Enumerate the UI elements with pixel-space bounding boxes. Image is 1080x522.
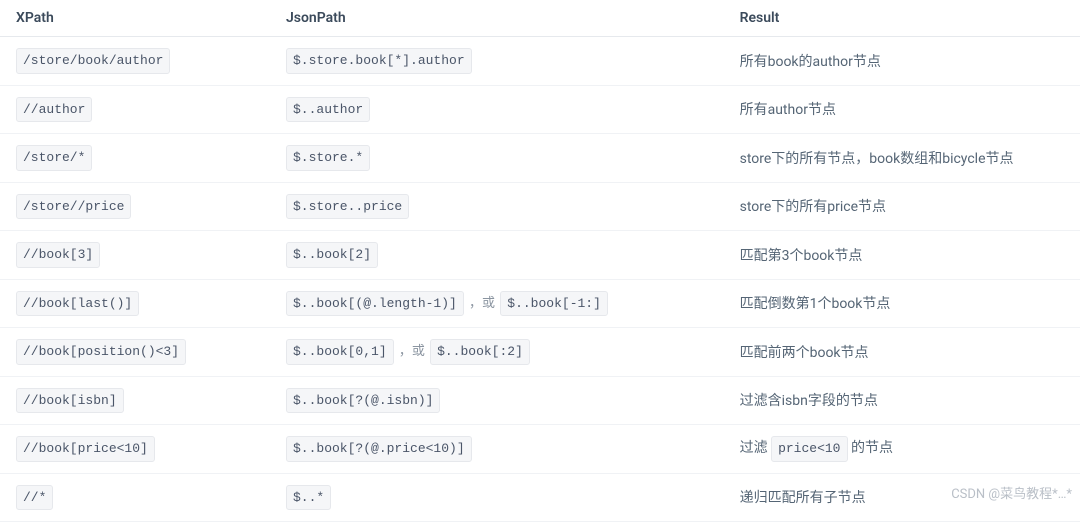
cell-xpath: //book[last()] — [0, 279, 270, 328]
table-row: //book[isbn] $..book[?(@.isbn)] 过滤含isbn字段的… — [0, 376, 1080, 425]
xpath-code: //book[price<10] — [16, 436, 155, 462]
cell-jsonpath: $..* — [270, 473, 724, 522]
xpath-code: /store/* — [16, 145, 92, 171]
header-jsonpath: JsonPath — [270, 0, 724, 37]
result-text: 匹配前两个book节点 — [740, 345, 869, 361]
cell-jsonpath: $..book[2] — [270, 231, 724, 280]
cell-jsonpath: $..author — [270, 85, 724, 134]
table-row: //author $..author 所有author节点 — [0, 85, 1080, 134]
jsonpath-code: $..book[?(@.isbn)] — [286, 388, 440, 414]
table-row: //book[position()<3] $..book[0,1] ，或 $..b… — [0, 328, 1080, 377]
header-xpath: XPath — [0, 0, 270, 37]
table-header-row: XPath JsonPath Result — [0, 0, 1080, 37]
cell-result: 过滤 price<10 的节点 — [724, 425, 1080, 474]
jsonpath-code: $..book[?(@.price<10)] — [286, 436, 472, 462]
xpath-code: //book[isbn] — [16, 388, 124, 414]
cell-jsonpath: $..book[0,1] ，或 $..book[:2] — [270, 328, 724, 377]
result-text: 匹配第3个book节点 — [740, 248, 863, 264]
cell-xpath: //book[3] — [0, 231, 270, 280]
result-text: 过滤含isbn字段的节点 — [740, 393, 878, 409]
table-row: /store/book/author $.store.book[*].author… — [0, 37, 1080, 86]
jsonpath-code: $.store.book[*].author — [286, 48, 472, 74]
table-row: //book[last()] $..book[(@.length-1)] ，或 $… — [0, 279, 1080, 328]
xpath-code: /store/book/author — [16, 48, 170, 74]
cell-jsonpath: $..book[?(@.isbn)] — [270, 376, 724, 425]
cell-result: 所有book的author节点 — [724, 37, 1080, 86]
cell-xpath: /store//price — [0, 182, 270, 231]
result-text: 匹配倒数第1个book节点 — [740, 296, 891, 312]
cell-result: 匹配第3个book节点 — [724, 231, 1080, 280]
result-text: 过滤 — [740, 440, 771, 456]
cell-xpath: //* — [0, 473, 270, 522]
cell-jsonpath: $..book[?(@.price<10)] — [270, 425, 724, 474]
xpath-code: //book[last()] — [16, 291, 139, 317]
result-text: 递归匹配所有子节点 — [740, 490, 866, 506]
table-row: /store//price $.store..price store下的所有pric… — [0, 182, 1080, 231]
cell-result: 匹配倒数第1个book节点 — [724, 279, 1080, 328]
separator-text: ，或 — [396, 344, 428, 359]
jsonpath-code: $..author — [286, 97, 370, 123]
cell-result: store下的所有price节点 — [724, 182, 1080, 231]
comparison-table: XPath JsonPath Result /store/book/author… — [0, 0, 1080, 522]
cell-jsonpath: $..book[(@.length-1)] ，或 $..book[-1:] — [270, 279, 724, 328]
xpath-code: //book[3] — [16, 242, 100, 268]
result-text: 所有book的author节点 — [740, 54, 881, 70]
jsonpath-code: $.store..price — [286, 194, 409, 220]
xpath-code: //* — [16, 485, 53, 511]
cell-result: 递归匹配所有子节点 — [724, 473, 1080, 522]
table-row: //book[price<10] $..book[?(@.price<10)] 过滤… — [0, 425, 1080, 474]
xpath-code: //book[position()<3] — [16, 339, 186, 365]
cell-result: 所有author节点 — [724, 85, 1080, 134]
cell-result: 匹配前两个book节点 — [724, 328, 1080, 377]
jsonpath-code: $..book[(@.length-1)] — [286, 291, 464, 317]
xpath-code: /store//price — [16, 194, 131, 220]
result-text: store下的所有节点，book数组和bicycle节点 — [740, 151, 1014, 167]
result-text: store下的所有price节点 — [740, 199, 886, 215]
cell-result: store下的所有节点，book数组和bicycle节点 — [724, 134, 1080, 183]
cell-xpath: //book[position()<3] — [0, 328, 270, 377]
jsonpath-code: $..* — [286, 485, 331, 511]
table-row: //book[3] $..book[2] 匹配第3个book节点 — [0, 231, 1080, 280]
table-row: /store/* $.store.* store下的所有节点，book数组和bicy… — [0, 134, 1080, 183]
cell-xpath: //book[price<10] — [0, 425, 270, 474]
cell-jsonpath: $.store.* — [270, 134, 724, 183]
cell-xpath: /store/* — [0, 134, 270, 183]
cell-result: 过滤含isbn字段的节点 — [724, 376, 1080, 425]
jsonpath-code: $.store.* — [286, 145, 370, 171]
jsonpath-code: $..book[0,1] — [286, 339, 394, 365]
header-result: Result — [724, 0, 1080, 37]
separator-text: ，或 — [466, 296, 498, 311]
jsonpath-code: $..book[2] — [286, 242, 378, 268]
result-text: 所有author节点 — [740, 102, 836, 118]
cell-xpath: //book[isbn] — [0, 376, 270, 425]
cell-xpath: //author — [0, 85, 270, 134]
cell-xpath: /store/book/author — [0, 37, 270, 86]
jsonpath-code: $..book[:2] — [430, 339, 530, 365]
cell-jsonpath: $.store.book[*].author — [270, 37, 724, 86]
xpath-code: //author — [16, 97, 92, 123]
cell-jsonpath: $.store..price — [270, 182, 724, 231]
result-text: 的节点 — [848, 440, 893, 456]
result-code: price<10 — [771, 436, 847, 462]
table-row: //* $..* 递归匹配所有子节点 — [0, 473, 1080, 522]
jsonpath-code: $..book[-1:] — [500, 291, 608, 317]
